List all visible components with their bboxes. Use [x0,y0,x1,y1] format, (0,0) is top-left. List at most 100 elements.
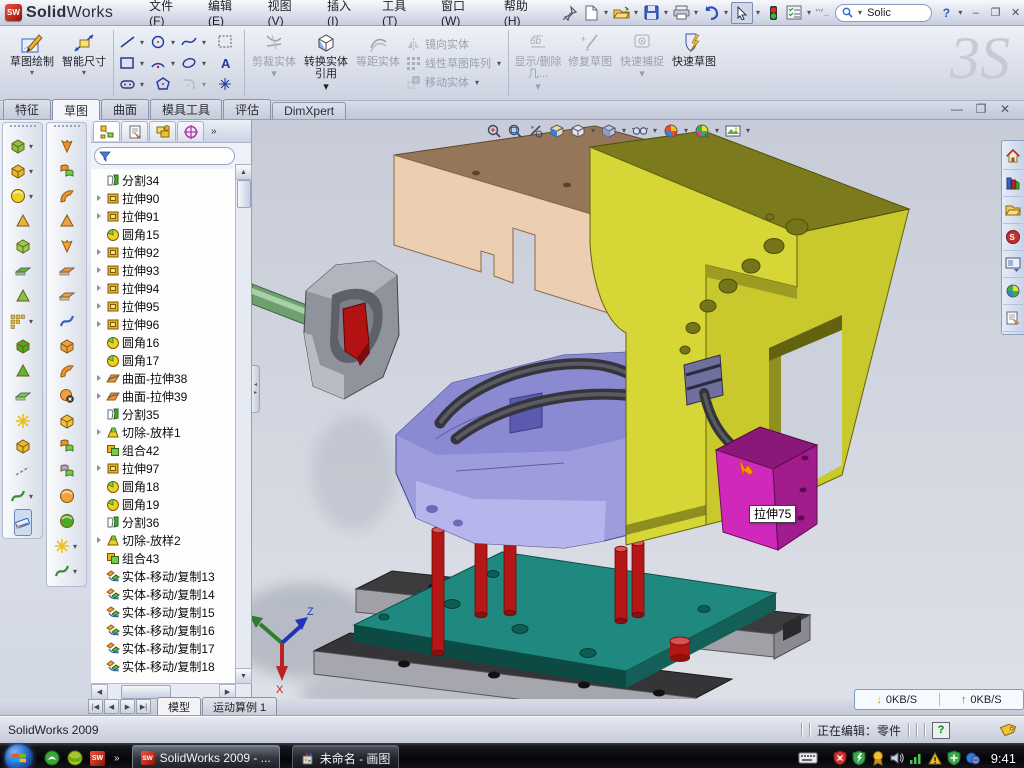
surfaces-tool-6[interactable] [59,284,75,309]
sketch-box-select-button[interactable] [210,32,241,53]
features-tool-2[interactable]: ▾ [10,184,35,209]
surfaces-tool-7[interactable] [59,309,75,334]
new-document-button[interactable] [581,3,601,23]
vscroll-thumb[interactable] [237,180,251,208]
sketch-sketch-fillet-button[interactable]: +▾ [179,74,210,95]
display-style-dropdown[interactable]: ▾ [620,126,628,135]
print-button[interactable] [671,3,691,23]
surfaces-tool-3[interactable] [59,209,75,234]
tree-item[interactable]: 拉伸94 [91,279,251,297]
sketch-text-button[interactable]: A [210,53,241,74]
3d-model-scene[interactable]: Y Z X [252,120,1024,699]
tree-item[interactable]: 实体-移动/复制17 [91,639,251,657]
taskpane-appearances-tab[interactable] [1003,278,1023,305]
surfaces-tool-1[interactable] [59,159,75,184]
view-orientation-button[interactable] [568,121,587,140]
features-tool-1[interactable]: ▾ [10,159,35,184]
search-scope-dropdown[interactable]: ▾ [856,8,864,17]
features-tool-4[interactable] [15,234,31,259]
sketch-line-button[interactable]: ▾ [117,32,148,53]
view-settings-dropdown[interactable]: ▾ [744,126,752,135]
surfaces-tool-4[interactable] [59,234,75,259]
move-entities-button[interactable]: 移动实体▾ [406,74,503,90]
rapid-sketch-button[interactable]: 快速草图 [668,26,720,100]
select-dropdown[interactable]: ▾ [754,8,762,17]
tree-item[interactable]: 拉伸95 [91,297,251,315]
hide-show-items-button[interactable] [630,121,649,140]
graphics-viewport[interactable]: Y Z X ▾▾▾▾▾▾ 拉伸75 ◂▸ S [252,120,1024,699]
zoom-fit-button[interactable] [484,121,503,140]
tray-volume-icon[interactable] [889,750,905,766]
surfaces-tool-2[interactable] [59,184,75,209]
tree-vertical-scrollbar[interactable]: ▲ ▼ [235,164,251,684]
ribbon-tab-1[interactable]: 草图 [52,99,100,120]
sketch-arc-button[interactable]: ▾ [148,53,179,74]
next-tab-button[interactable]: ▶ [120,699,135,714]
section-view-button[interactable] [547,121,566,140]
surfaces-tool-9[interactable] [59,359,75,384]
features-tool-12[interactable] [15,434,31,459]
repair-sketch-button[interactable]: + 修复草图 [564,26,616,100]
features-tool-3[interactable] [15,209,31,234]
close-button[interactable]: ✕ [1007,5,1024,20]
tray-shield-plus-icon[interactable] [946,750,962,766]
surfaces-tool-13[interactable] [59,459,75,484]
tree-item[interactable]: 实体-移动/复制18 [91,657,251,675]
zoom-area-button[interactable] [505,121,524,140]
messenger-icon[interactable] [44,750,60,766]
open-dropdown[interactable]: ▾ [632,8,640,17]
tree-item[interactable]: 实体-移动/复制15 [91,603,251,621]
minimize-button[interactable]: – [967,5,984,20]
sketch-point-button[interactable] [210,74,241,95]
select-button[interactable] [731,2,753,24]
sketch-polygon-button[interactable] [148,74,179,95]
features-tool-11[interactable] [15,409,31,434]
panel-overflow-chevron[interactable]: » [211,126,217,137]
taskbar-button-0[interactable]: SWSolidWorks 2009 - ... [132,745,280,768]
offset-entities-button[interactable]: 等距实体 [352,26,404,100]
taskbar-button-1[interactable]: 未命名 - 画图 [292,745,400,768]
features-tool-15[interactable] [14,509,32,536]
sketch-circle-button[interactable]: ▾ [148,32,179,53]
sketch-slot-button[interactable]: ▾ [117,74,148,95]
tree-item[interactable]: 分割36 [91,513,251,531]
taskpane-view-palette-tab[interactable] [1003,251,1023,278]
surfaces-tool-14[interactable] [59,484,75,509]
tree-item[interactable]: 圆角17 [91,351,251,369]
tree-item[interactable]: 圆角16 [91,333,251,351]
prev-tab-button[interactable]: ◀ [104,699,119,714]
taskpane-home-tab[interactable] [1003,143,1023,170]
surfaces-tool-16[interactable]: ▾ [54,534,79,559]
tree-item[interactable]: 切除-放样1 [91,423,251,441]
features-tool-9[interactable] [15,359,31,384]
tree-item[interactable]: 拉伸97 [91,459,251,477]
search-input[interactable]: ▾ Solic [835,4,932,22]
tree-item[interactable]: 拉伸90 [91,189,251,207]
surfaces-tool-10[interactable] [59,384,75,409]
surfaces-tool-0[interactable] [59,134,75,159]
undo-dropdown[interactable]: ▾ [722,8,730,17]
ribbon-tab-3[interactable]: 模具工具 [150,99,222,119]
ribbon-tab-2[interactable]: 曲面 [101,99,149,119]
tree-item[interactable]: 拉伸93 [91,261,251,279]
net-speed-widget[interactable]: ↓ 0KB/S ↑ 0KB/S [854,689,1024,710]
view-settings-button[interactable] [723,121,742,140]
surfaces-tool-15[interactable] [59,509,75,534]
dimxpertmanager-tab[interactable] [177,121,204,141]
input-method-keyboard-icon[interactable] [798,751,818,765]
options-dropdown[interactable]: ▾ [805,8,813,17]
features-tool-14[interactable]: ▾ [10,484,35,509]
help-dropdown[interactable]: ▾ [956,8,964,17]
apply-scene-button[interactable] [692,121,711,140]
tree-item[interactable]: 分割34 [91,171,251,189]
scroll-down-button[interactable]: ▼ [235,668,252,684]
features-tool-5[interactable] [15,259,31,284]
start-button[interactable] [4,743,34,768]
taskpane-file-explorer-tab[interactable] [1003,197,1023,224]
trim-entities-button[interactable]: 剪裁实体▾ [248,26,300,100]
ribbon-tab-5[interactable]: DimXpert [272,102,346,119]
tree-item[interactable]: 分割35 [91,405,251,423]
tray-antivirus-shield-red-icon[interactable] [832,750,848,766]
convert-entities-button[interactable]: 转换实体引用▾ [300,26,352,100]
model-tab-1[interactable]: 运动算例 1 [202,697,277,715]
